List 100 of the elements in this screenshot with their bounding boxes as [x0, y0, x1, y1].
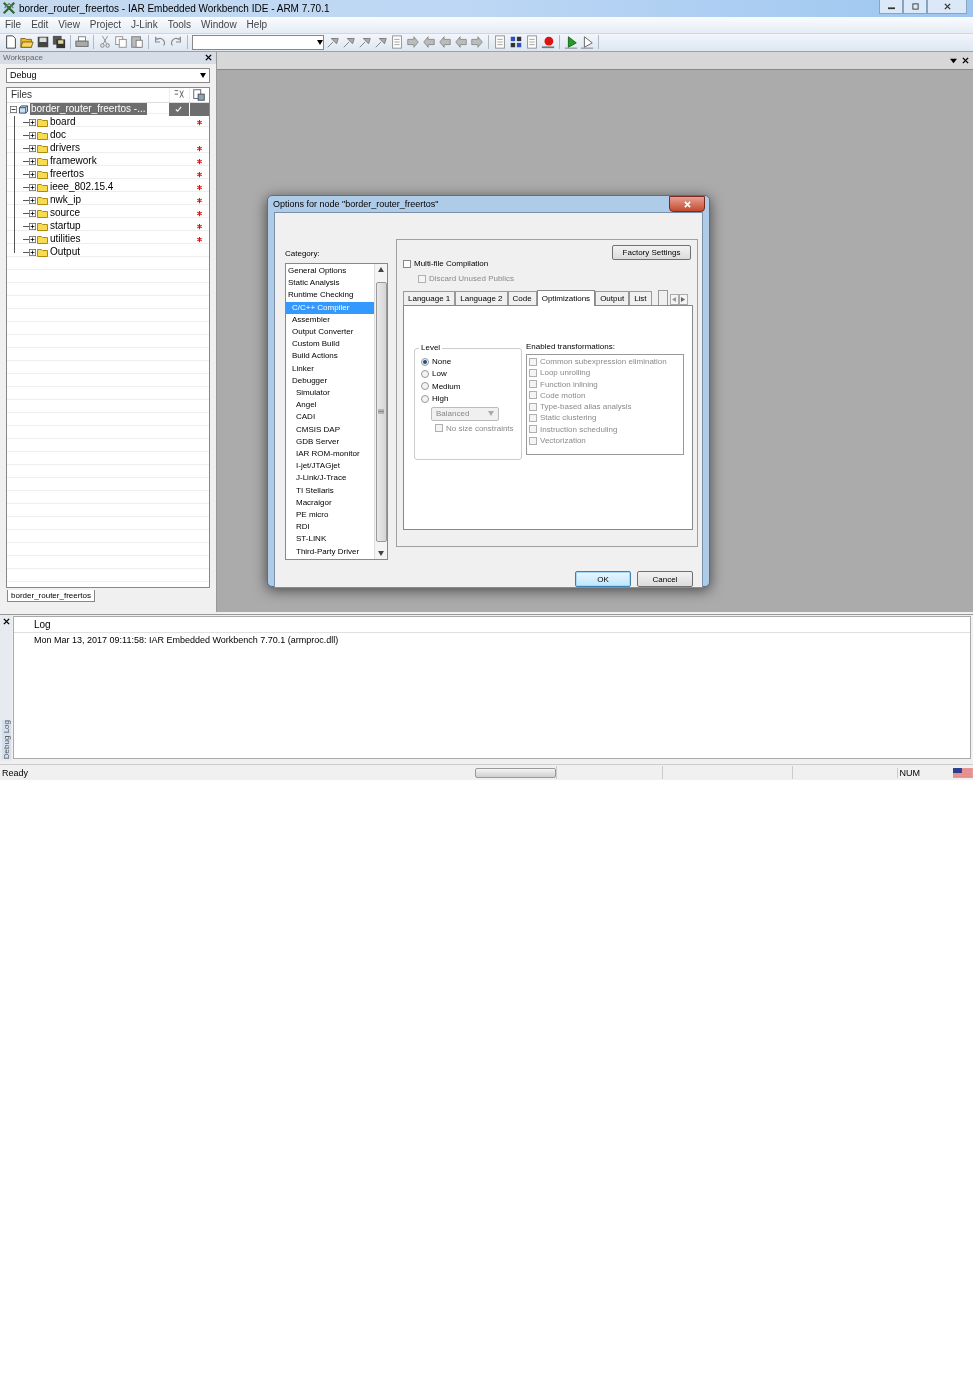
document-icon[interactable]: [192, 87, 207, 102]
category-item[interactable]: GDB Server: [286, 435, 374, 449]
expand-icon[interactable]: [29, 144, 36, 152]
breakpoint-icon[interactable]: [541, 35, 555, 50]
category-item[interactable]: CADI: [286, 411, 374, 424]
up-arrow-icon[interactable]: [378, 267, 384, 272]
scrollbar[interactable]: [374, 264, 387, 559]
expand-icon[interactable]: [29, 131, 36, 139]
category-item[interactable]: Output Converter: [286, 326, 374, 339]
scroll-thumb[interactable]: [375, 281, 387, 542]
printer-icon[interactable]: [75, 35, 89, 50]
new-file-icon[interactable]: [4, 35, 18, 50]
scissors-icon[interactable]: [98, 35, 112, 50]
menu-item[interactable]: Project: [84, 19, 126, 31]
radio-button[interactable]: [421, 357, 429, 366]
tab[interactable]: Language 2: [455, 291, 508, 305]
category-item[interactable]: Debugger: [286, 374, 374, 388]
category-item[interactable]: Angel: [286, 399, 374, 412]
tab[interactable]: Optimizations: [536, 290, 596, 306]
tree-item[interactable]: board: [49, 116, 77, 129]
scroll-left-button[interactable]: [669, 294, 679, 305]
category-item[interactable]: I-jet/JTAGjet: [286, 460, 374, 473]
expand-icon[interactable]: [29, 196, 36, 204]
category-item[interactable]: TI Stellaris: [286, 484, 374, 497]
tree-item[interactable]: nwk_ip: [49, 194, 83, 207]
dialog-button[interactable]: OK: [575, 571, 631, 587]
radio-button[interactable]: [421, 369, 429, 378]
debug-log-tab[interactable]: Debug Log: [1, 719, 11, 760]
left-arrow-icon[interactable]: [438, 35, 452, 50]
expand-icon[interactable]: [29, 209, 36, 217]
category-item[interactable]: Linker: [286, 362, 374, 375]
left-arrow-icon[interactable]: [454, 35, 468, 50]
category-item[interactable]: Macraigor: [286, 496, 374, 510]
down-arrow-icon[interactable]: [378, 551, 384, 556]
category-item[interactable]: Third-Party Driver: [286, 545, 374, 558]
close-icon[interactable]: [2, 617, 10, 625]
category-item[interactable]: ST-LINK: [286, 533, 374, 546]
close-icon[interactable]: [962, 56, 969, 64]
category-item[interactable]: IAR ROM-monitor: [286, 448, 374, 461]
category-item[interactable]: Runtime Checking: [286, 289, 374, 302]
expand-icon[interactable]: [29, 170, 36, 178]
menu-item[interactable]: File: [0, 19, 27, 31]
tree-item[interactable]: drivers: [49, 142, 81, 155]
dialog-button[interactable]: Cancel: [637, 571, 693, 587]
close-icon[interactable]: [205, 54, 212, 62]
category-item[interactable]: Simulator: [286, 387, 374, 400]
open-folder-icon[interactable]: [20, 35, 34, 50]
tree-item[interactable]: startup: [49, 220, 82, 233]
combo-field[interactable]: [192, 34, 324, 50]
menu-item[interactable]: View: [53, 19, 85, 31]
category-item[interactable]: General Options: [286, 265, 374, 278]
tree-item[interactable]: doc: [49, 129, 68, 142]
collapse-icon[interactable]: [10, 105, 17, 113]
tab[interactable]: Code: [507, 291, 537, 305]
tree-item[interactable]: framework: [49, 155, 98, 168]
category-item[interactable]: PE micro: [286, 509, 374, 522]
restore-button[interactable]: [903, 0, 927, 14]
menu-item[interactable]: Window: [196, 19, 242, 31]
category-item[interactable]: Build Actions: [286, 350, 374, 363]
right-arrow-icon[interactable]: [406, 35, 420, 50]
tab[interactable]: Language 1: [403, 291, 456, 305]
workspace-tab[interactable]: border_router_freertos: [7, 589, 96, 602]
expand-icon[interactable]: [29, 157, 36, 165]
expand-icon[interactable]: [29, 118, 36, 126]
left-arrow-icon[interactable]: [422, 35, 436, 50]
category-item[interactable]: RDI: [286, 521, 374, 534]
category-item[interactable]: CMSIS DAP: [286, 423, 374, 436]
category-item[interactable]: Custom Build: [286, 338, 374, 351]
expand-icon[interactable]: [29, 235, 36, 243]
tab[interactable]: List: [629, 291, 652, 305]
paste-icon[interactable]: [130, 35, 144, 50]
tree-item[interactable]: utilities: [49, 233, 82, 246]
tree-item[interactable]: ieee_802.15.4: [49, 181, 115, 194]
checkbox[interactable]: [403, 259, 411, 268]
configuration-dropdown[interactable]: Debug: [6, 67, 210, 83]
expand-icon[interactable]: [29, 248, 36, 256]
radio-button[interactable]: [421, 382, 429, 391]
play-icon[interactable]: [564, 35, 578, 50]
category-item[interactable]: Assembler: [286, 313, 374, 326]
save-icon[interactable]: [36, 35, 50, 50]
copy-icon[interactable]: [114, 35, 128, 50]
menu-item[interactable]: Edit: [26, 19, 54, 31]
minimize-button[interactable]: [879, 0, 903, 14]
expand-icon[interactable]: [29, 222, 36, 230]
menu-item[interactable]: Tools: [162, 19, 197, 31]
close-button[interactable]: [669, 196, 705, 212]
dropdown-arrow-icon[interactable]: [950, 56, 957, 64]
category-item[interactable]: Static Analysis: [286, 277, 374, 290]
radio-button[interactable]: [421, 394, 429, 403]
document-icon[interactable]: [390, 35, 404, 50]
category-item[interactable]: J-Link/J-Trace: [286, 472, 374, 485]
tree-item[interactable]: Output: [49, 246, 82, 259]
menu-item[interactable]: J-Link: [126, 19, 163, 31]
tree-item[interactable]: freertos: [49, 168, 85, 181]
scroll-right-button[interactable]: [678, 294, 688, 305]
tree-item[interactable]: border_router_freertos -...: [30, 103, 147, 116]
factory-settings-button[interactable]: Factory Settings: [612, 245, 691, 260]
tree-item[interactable]: source: [49, 207, 81, 220]
expand-icon[interactable]: [29, 183, 36, 191]
save-all-icon[interactable]: [52, 35, 66, 50]
